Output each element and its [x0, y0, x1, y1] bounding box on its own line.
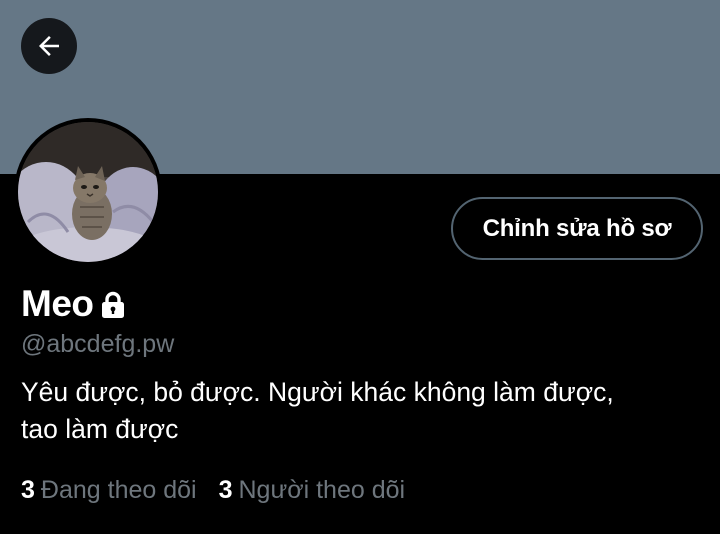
avatar[interactable]	[14, 118, 162, 266]
profile-handle: @abcdefg.pw	[21, 330, 175, 358]
profile-stats: 3 Đang theo dõi 3 Người theo dõi	[21, 476, 405, 505]
avatar-image	[18, 122, 158, 262]
following-label: Đang theo dõi	[40, 476, 197, 504]
bio-line: tao làm được	[21, 414, 179, 444]
lock-icon	[100, 291, 126, 319]
arrow-left-icon	[34, 31, 64, 61]
display-name: Meo	[21, 283, 94, 324]
following-link[interactable]: 3 Đang theo dõi	[21, 476, 197, 505]
followers-count: 3	[218, 476, 233, 504]
following-count: 3	[21, 476, 35, 504]
followers-link[interactable]: 3 Người theo dõi	[219, 476, 405, 505]
edit-profile-button[interactable]: Chỉnh sửa hồ sơ	[451, 197, 703, 260]
bio-line: Yêu được, bỏ được. Người khác không làm …	[21, 377, 614, 407]
profile-bio: Yêu được, bỏ được. Người khác không làm …	[21, 374, 701, 448]
followers-label: Người theo dõi	[238, 476, 406, 504]
back-button[interactable]	[21, 18, 77, 74]
name-row: Meo	[21, 282, 126, 326]
